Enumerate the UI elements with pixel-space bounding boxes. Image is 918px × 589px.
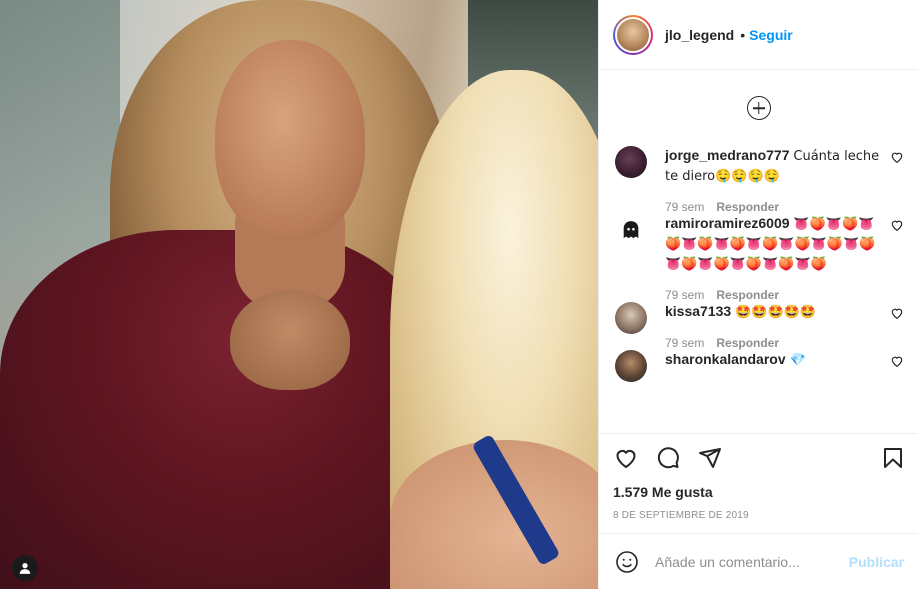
comment-meta: 79 sem Responder	[665, 336, 883, 350]
comment-meta: 79 sem Responder	[665, 288, 883, 302]
commenter-avatar[interactable]	[615, 214, 647, 246]
add-comment-bar: Publicar	[599, 533, 918, 589]
commenter-username[interactable]: sharonkalandarov	[665, 351, 786, 367]
comment-item: kissa7133 🤩🤩🤩🤩🤩 79 sem Responder	[599, 302, 918, 350]
comment-body: kissa7133 🤩🤩🤩🤩🤩 79 sem Responder	[665, 302, 883, 350]
plus-circle-icon[interactable]	[746, 96, 771, 120]
commenter-username[interactable]: kissa7133	[665, 303, 731, 319]
comment-text: jorge_medrano777 Cuánta leche te diero🤤🤤…	[665, 146, 883, 186]
comment-input[interactable]	[655, 553, 849, 570]
comment-time[interactable]: 79 sem	[665, 288, 704, 302]
comment-body: sharonkalandarov 💎	[665, 350, 883, 382]
reply-button[interactable]: Responder	[716, 200, 779, 214]
reply-button[interactable]: Responder	[716, 336, 779, 350]
author-username[interactable]: jlo_legend	[665, 27, 734, 43]
post-date[interactable]: 8 DE SEPTIEMBRE DE 2019	[613, 510, 904, 521]
comment-like-heart-icon[interactable]	[890, 354, 904, 368]
comment-item: ramiroramirez6009 👅🍑👅🍑👅🍑👅🍑👅🍑👅🍑👅🍑👅🍑👅🍑👅🍑👅🍑…	[599, 214, 918, 302]
comment-message: 🤩🤩🤩🤩🤩	[735, 305, 817, 320]
load-more-comments[interactable]	[599, 70, 918, 146]
post-side-panel: jlo_legend • Seguir jorge_medrano777 Cuá…	[598, 0, 918, 589]
comment-text: ramiroramirez6009 👅🍑👅🍑👅🍑👅🍑👅🍑👅🍑👅🍑👅🍑👅🍑👅🍑👅🍑…	[665, 214, 883, 274]
publish-button[interactable]: Publicar	[849, 554, 904, 570]
post-photo[interactable]	[0, 0, 598, 589]
photo-chest	[230, 290, 350, 390]
comment-message: 💎	[789, 353, 806, 368]
follow-button[interactable]: Seguir	[749, 27, 793, 43]
post-header: jlo_legend • Seguir	[599, 0, 918, 70]
comment-item: sharonkalandarov 💎	[599, 350, 918, 382]
instagram-post: jlo_legend • Seguir jorge_medrano777 Cuá…	[0, 0, 918, 589]
comment-like-heart-icon[interactable]	[890, 306, 904, 320]
comment-like-heart-icon[interactable]	[890, 218, 904, 232]
comment-time[interactable]: 79 sem	[665, 200, 704, 214]
commenter-avatar[interactable]	[615, 146, 647, 178]
header-separator: •	[740, 26, 746, 43]
likes-count[interactable]: 1.579 Me gusta	[613, 484, 904, 500]
comment-time[interactable]: 79 sem	[665, 336, 704, 350]
reply-button[interactable]: Responder	[716, 288, 779, 302]
comment-text: kissa7133 🤩🤩🤩🤩🤩	[665, 302, 883, 322]
comment-like-heart-icon[interactable]	[890, 150, 904, 164]
photo-burgundy-dress	[0, 230, 440, 589]
smiley-icon[interactable]	[615, 550, 639, 574]
commenter-username[interactable]: jorge_medrano777	[665, 147, 790, 163]
author-avatar[interactable]	[613, 14, 653, 55]
comment-item: jorge_medrano777 Cuánta leche te diero🤤🤤…	[599, 146, 918, 214]
comments-list[interactable]: jorge_medrano777 Cuánta leche te diero🤤🤤…	[599, 70, 918, 433]
heart-icon[interactable]	[613, 445, 639, 471]
comment-text: sharonkalandarov 💎	[665, 350, 883, 370]
bookmark-icon[interactable]	[880, 445, 906, 471]
paper-plane-icon[interactable]	[697, 445, 723, 471]
author-avatar-image	[615, 16, 651, 53]
commenter-username[interactable]: ramiroramirez6009	[665, 215, 790, 231]
ghost-avatar-icon	[623, 221, 639, 239]
commenter-avatar[interactable]	[615, 302, 647, 334]
action-icons-row	[613, 440, 904, 476]
commenter-avatar[interactable]	[615, 350, 647, 382]
post-actions: 1.579 Me gusta 8 DE SEPTIEMBRE DE 2019	[599, 433, 918, 521]
comment-body: ramiroramirez6009 👅🍑👅🍑👅🍑👅🍑👅🍑👅🍑👅🍑👅🍑👅🍑👅🍑👅🍑…	[665, 214, 883, 302]
comment-body: jorge_medrano777 Cuánta leche te diero🤤🤤…	[665, 146, 883, 214]
photo-woman-face	[215, 40, 365, 240]
comment-meta: 79 sem Responder	[665, 200, 883, 214]
comment-icon[interactable]	[655, 445, 681, 471]
user-tag-icon[interactable]	[12, 555, 38, 581]
